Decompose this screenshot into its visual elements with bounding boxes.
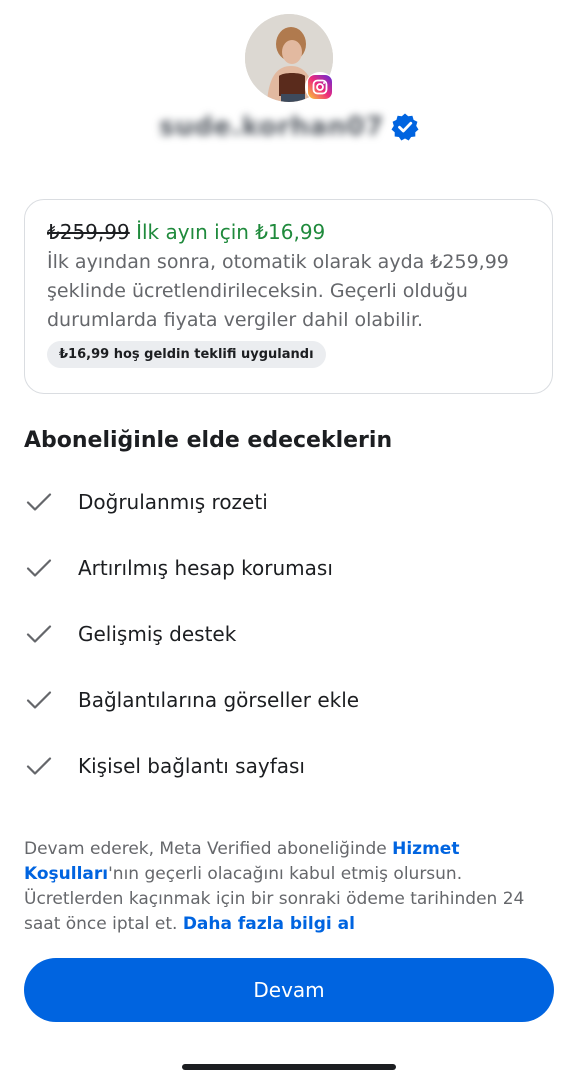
continue-button[interactable]: Devam <box>24 958 554 1022</box>
check-icon <box>24 746 54 786</box>
home-indicator <box>182 1064 396 1070</box>
price-card: ₺259,99 İlk ayın için ₺16,99 İlk ayından… <box>24 199 553 394</box>
benefit-item: Bağlantılarına görseller ekle <box>24 680 554 746</box>
username-row: sude.korhan07 <box>0 112 579 142</box>
price-description: İlk ayından sonra, otomatik olarak ayda … <box>47 251 509 331</box>
benefit-label: Artırılmış hesap koruması <box>78 556 333 580</box>
check-icon <box>24 614 54 654</box>
benefit-item: Doğrulanmış rozeti <box>24 482 554 548</box>
check-icon <box>24 482 54 522</box>
welcome-offer-pill: ₺16,99 hoş geldin teklifi uygulandı <box>47 341 326 368</box>
instagram-badge <box>305 72 335 102</box>
username: sude.korhan07 <box>159 112 384 142</box>
profile-avatar-container <box>245 14 335 102</box>
benefit-label: Kişisel bağlantı sayfası <box>78 754 305 778</box>
old-price: ₺259,99 <box>47 220 130 244</box>
benefit-label: Gelişmiş destek <box>78 622 237 646</box>
price-line: ₺259,99 İlk ayın için ₺16,99 <box>47 218 530 246</box>
benefit-item: Kişisel bağlantı sayfası <box>24 746 554 812</box>
benefit-label: Bağlantılarına görseller ekle <box>78 688 360 712</box>
benefit-label: Doğrulanmış rozeti <box>78 490 268 514</box>
benefits-title: Aboneliğinle elde edeceklerin <box>24 428 393 453</box>
check-icon <box>24 548 54 588</box>
benefit-item: Gelişmiş destek <box>24 614 554 680</box>
offer-price: İlk ayın için ₺16,99 <box>136 220 326 244</box>
verified-badge-icon <box>390 112 420 142</box>
legal-text: Devam ederek, Meta Verified aboneliğinde… <box>24 837 556 937</box>
legal-text-part1: Devam ederek, Meta Verified aboneliğinde <box>24 839 393 859</box>
learn-more-link[interactable]: Daha fazla bilgi al <box>183 914 355 934</box>
check-icon <box>24 680 54 720</box>
instagram-icon <box>308 75 332 99</box>
benefit-list: Doğrulanmış rozeti Artırılmış hesap koru… <box>24 482 554 812</box>
benefit-item: Artırılmış hesap koruması <box>24 548 554 614</box>
